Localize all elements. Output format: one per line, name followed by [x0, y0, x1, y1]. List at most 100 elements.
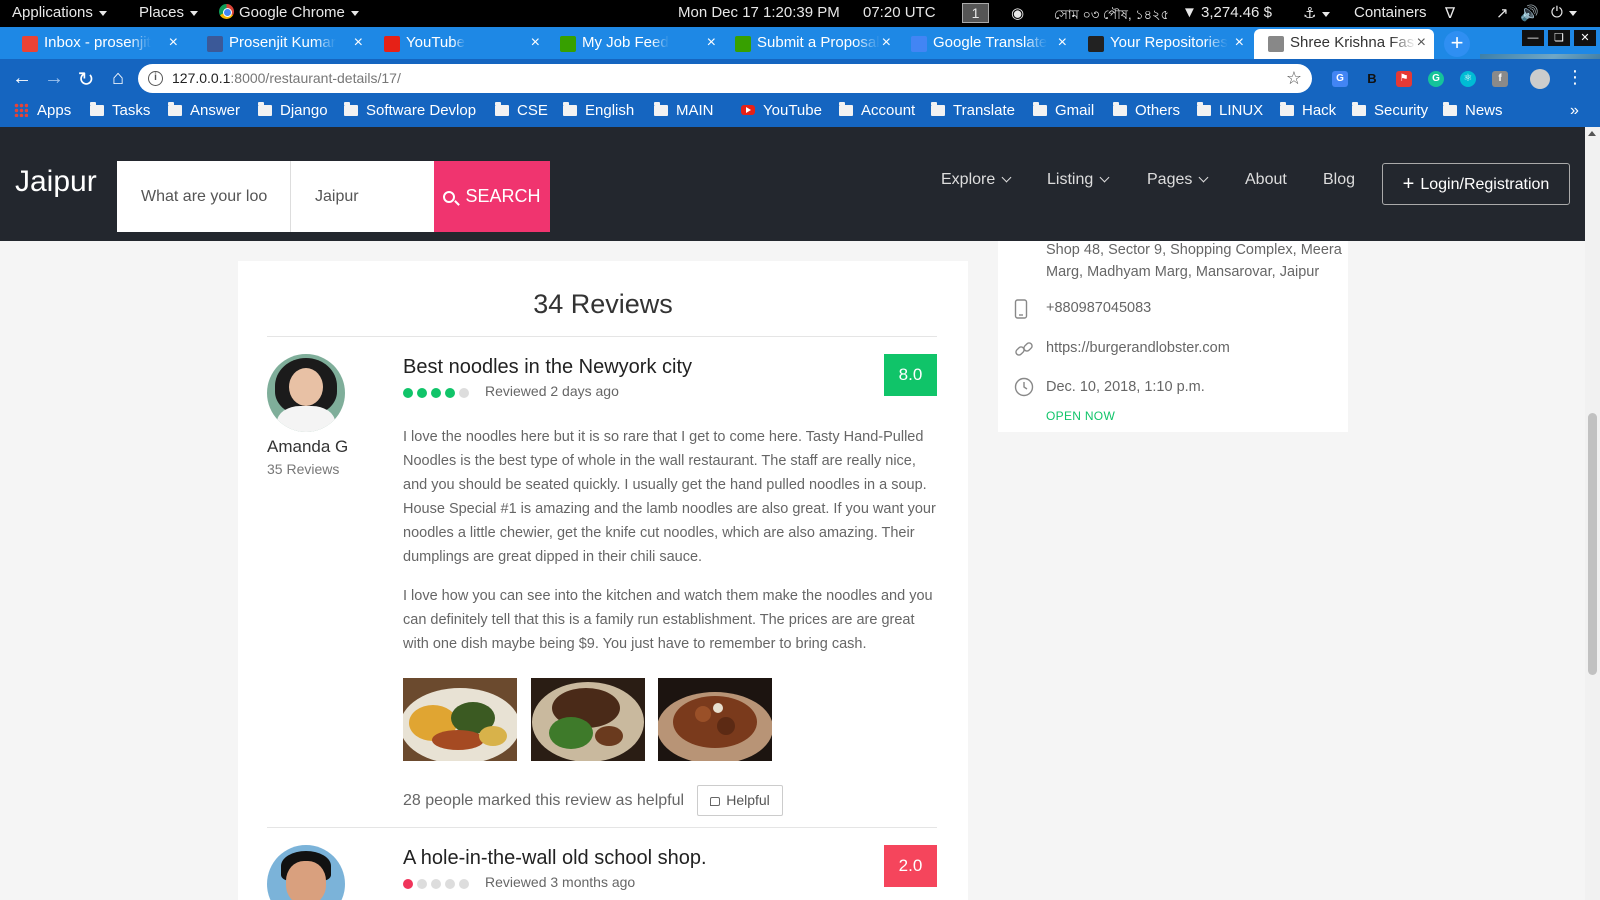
nav-listing[interactable]: Listing [1047, 171, 1110, 189]
react-extension-icon[interactable]: ⚛ [1460, 71, 1476, 87]
workspace-indicator[interactable]: 1 [962, 3, 989, 23]
bookmark-item[interactable]: CSE [495, 102, 548, 119]
bookmark-item[interactable]: LINUX [1197, 102, 1263, 119]
video-icon[interactable]: ◉ [1011, 4, 1024, 22]
translate-extension-icon[interactable]: G [1332, 71, 1348, 87]
link-icon-svg [1015, 342, 1033, 356]
site-brand[interactable]: Jaipur [15, 165, 97, 199]
bold-extension-icon[interactable]: B [1364, 71, 1380, 87]
tab[interactable]: Inbox - prosenjit × [8, 29, 186, 59]
close-tab-icon[interactable]: × [707, 29, 716, 57]
folder-icon [258, 102, 272, 116]
listing-website[interactable]: https://burgerandlobster.com [1046, 337, 1346, 359]
profile-avatar[interactable] [1530, 69, 1550, 89]
address-bar[interactable]: i 127.0.0.1:8000/restaurant-details/17/ … [138, 64, 1312, 93]
restore-button[interactable]: ❏ [1548, 30, 1570, 46]
search-what-input[interactable]: What are your loo [117, 161, 291, 232]
review-photo[interactable] [658, 678, 772, 761]
listing-address: Shop 48, Sector 9, Shopping Complex, Mee… [1046, 242, 1342, 280]
bookmark-item[interactable]: YouTube [741, 102, 822, 119]
bookmarks-overflow-icon[interactable]: » [1570, 102, 1579, 120]
new-tab-button[interactable]: + [1444, 31, 1470, 57]
reviewer-name[interactable]: Amanda G [267, 437, 348, 457]
volume-icon[interactable]: 🔊 [1520, 4, 1539, 22]
facebook-extension-icon[interactable]: f [1492, 71, 1508, 87]
bookmark-item[interactable]: News [1443, 102, 1503, 119]
bookmark-item[interactable]: MAIN [654, 102, 714, 119]
bookmark-item[interactable]: Software Devlop [344, 102, 476, 119]
nav-about[interactable]: About [1245, 171, 1287, 189]
home-button[interactable]: ⌂ [107, 67, 129, 90]
close-tab-icon[interactable]: × [531, 29, 540, 57]
login-registration-button[interactable]: + Login/Registration [1382, 163, 1570, 205]
close-window-button[interactable]: ✕ [1574, 30, 1596, 46]
tab-label: Shree Krishna Fast [1290, 34, 1416, 51]
active-app-menu[interactable]: Google Chrome [219, 4, 359, 21]
close-tab-icon[interactable]: × [354, 29, 363, 57]
caret-down-icon [190, 10, 199, 16]
bookmark-item[interactable]: Apps [14, 102, 71, 119]
review-photo[interactable] [531, 678, 645, 761]
listing-phone[interactable]: +880987045083 [1046, 297, 1346, 319]
tab[interactable]: Shree Krishna Fast × [1254, 29, 1434, 59]
tab[interactable]: Prosenjit Kumar × [193, 29, 371, 59]
avatar[interactable] [267, 354, 345, 432]
extension-tray-icon[interactable]: ∇ [1445, 4, 1455, 22]
containers-menu[interactable]: Containers [1354, 4, 1427, 21]
nav-explore[interactable]: Explore [941, 171, 1012, 189]
chrome-icon [219, 4, 234, 19]
nav-pages[interactable]: Pages [1147, 171, 1209, 189]
avatar[interactable] [267, 845, 345, 900]
reload-button[interactable]: ↻ [75, 67, 97, 92]
places-label: Places [139, 4, 185, 21]
helpful-button[interactable]: Helpful [697, 785, 783, 816]
clock[interactable]: Mon Dec 17 1:20:39 PM [678, 4, 840, 21]
tab[interactable]: My Job Feed × [546, 29, 724, 59]
forward-button[interactable]: → [43, 67, 65, 90]
site-header: Jaipur What are your loo Jaipur SEARCH E… [0, 127, 1585, 241]
review-title[interactable]: A hole-in-the-wall old school shop. [403, 847, 707, 870]
site-info-icon[interactable]: i [148, 71, 163, 86]
bookmark-item[interactable]: Translate [931, 102, 1015, 119]
close-tab-icon[interactable]: × [1235, 29, 1244, 57]
network-icon[interactable]: ↗ [1496, 4, 1509, 22]
close-tab-icon[interactable]: × [882, 29, 891, 57]
tab[interactable]: YouTube × [370, 29, 548, 59]
grammarly-extension-icon[interactable]: G [1428, 71, 1444, 87]
bookmark-item[interactable]: Others [1113, 102, 1180, 119]
scrollbar-thumb[interactable] [1588, 413, 1597, 675]
bookmark-item[interactable]: Account [839, 102, 915, 119]
pdf-extension-icon[interactable]: ⚑ [1396, 71, 1412, 87]
search-button[interactable]: SEARCH [434, 161, 550, 232]
nav-blog[interactable]: Blog [1323, 171, 1355, 189]
tab[interactable]: Your Repositories × [1074, 29, 1252, 59]
applications-menu[interactable]: Applications [12, 4, 107, 21]
scroll-up-arrow-icon[interactable] [1588, 131, 1596, 136]
bookmark-item[interactable]: Gmail [1033, 102, 1094, 119]
rating-dot-empty [459, 388, 469, 398]
minimize-button[interactable]: — [1522, 30, 1544, 46]
bookmark-item[interactable]: Answer [168, 102, 240, 119]
clock-icon [1014, 377, 1034, 402]
bookmark-star-icon[interactable]: ☆ [1286, 64, 1302, 93]
places-menu[interactable]: Places [139, 4, 199, 21]
crypto-price[interactable]: ▼ 3,274.46 $ [1182, 4, 1272, 21]
bookmark-item[interactable]: Security [1352, 102, 1428, 119]
close-tab-icon[interactable]: × [1058, 29, 1067, 57]
bookmark-item[interactable]: Hack [1280, 102, 1336, 119]
tab[interactable]: Google Translate × [897, 29, 1075, 59]
bookmark-label: Apps [37, 102, 72, 119]
bookmark-item[interactable]: English [563, 102, 634, 119]
close-tab-icon[interactable]: × [169, 29, 178, 57]
bookmark-item[interactable]: Tasks [90, 102, 150, 119]
chrome-menu-icon[interactable]: ⋮ [1564, 67, 1586, 88]
bookmark-item[interactable]: Django [258, 102, 328, 119]
review-photo[interactable] [403, 678, 517, 761]
close-tab-icon[interactable]: × [1417, 29, 1426, 57]
power-icon[interactable]: ⏻ [1551, 4, 1577, 21]
review-title[interactable]: Best noodles in the Newyork city [403, 356, 692, 379]
back-button[interactable]: ← [11, 67, 33, 90]
search-location-input[interactable]: Jaipur [291, 161, 434, 232]
tab[interactable]: Submit a Proposal × [721, 29, 899, 59]
docker-icon[interactable]: ⚓ [1303, 4, 1331, 22]
